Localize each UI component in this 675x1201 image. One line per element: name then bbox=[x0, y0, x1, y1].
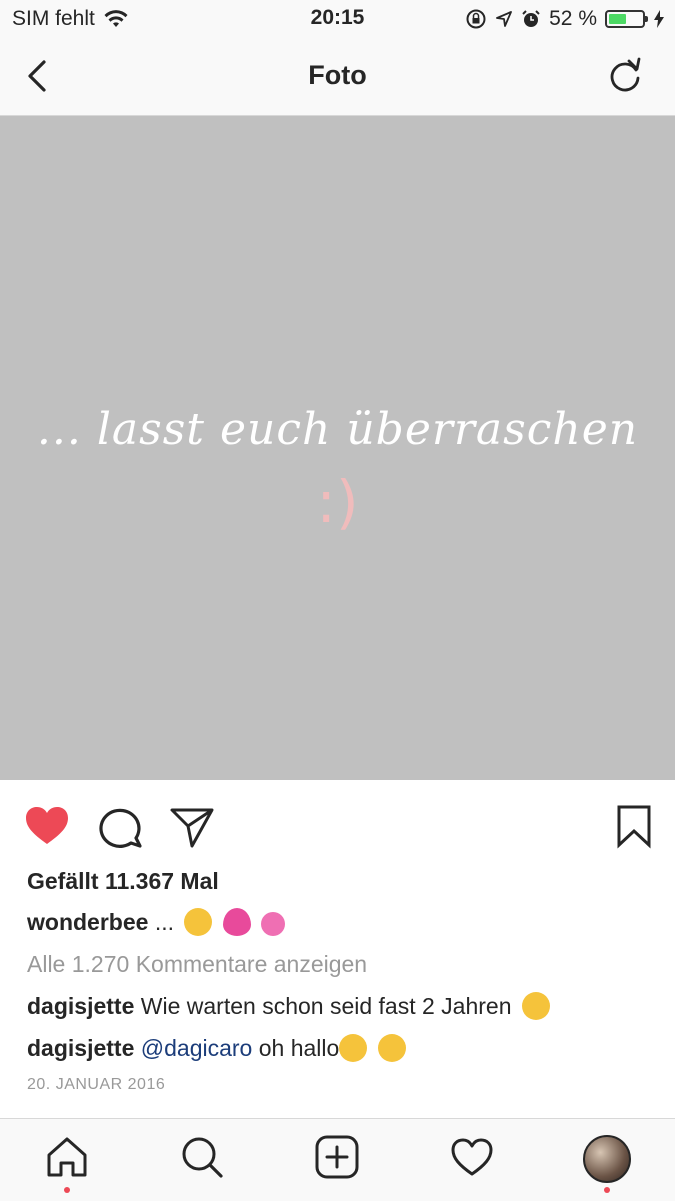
location-icon bbox=[496, 11, 513, 27]
battery-percent: 52 % bbox=[549, 7, 597, 30]
share-icon[interactable] bbox=[168, 802, 216, 850]
battery-icon bbox=[605, 10, 648, 28]
author-username[interactable]: wonderbee bbox=[27, 909, 148, 935]
comment-row: dagisjette Wie warten schon seid fast 2 … bbox=[27, 992, 550, 1020]
author-caption-line: wonderbee ... bbox=[27, 908, 286, 936]
home-icon[interactable] bbox=[43, 1133, 91, 1181]
home-notification-dot bbox=[64, 1187, 70, 1193]
comment-username[interactable]: dagisjette bbox=[27, 1035, 134, 1061]
profile-notification-dot bbox=[604, 1187, 610, 1193]
charging-icon bbox=[654, 10, 664, 28]
author-caption: ... bbox=[154, 909, 174, 935]
like-count[interactable]: Gefällt 11.367 Mal bbox=[27, 868, 219, 895]
add-icon[interactable] bbox=[313, 1133, 361, 1181]
profile-avatar[interactable] bbox=[583, 1135, 631, 1183]
alarm-icon bbox=[522, 10, 540, 27]
post-date: 20. JANUAR 2016 bbox=[27, 1076, 166, 1093]
comment-row: dagisjette @dagicaro oh hallo bbox=[27, 1034, 406, 1062]
post-photo[interactable]: ... lasst euch überraschen :) bbox=[0, 116, 675, 780]
view-all-comments-link[interactable]: Alle 1.270 Kommentare anzeigen bbox=[27, 951, 367, 978]
activity-heart-icon[interactable] bbox=[448, 1133, 496, 1181]
search-icon[interactable] bbox=[178, 1133, 226, 1181]
two-hearts-emoji-icon bbox=[261, 912, 286, 936]
smirking-face-emoji-icon bbox=[377, 1034, 406, 1062]
heart-filled-icon[interactable] bbox=[23, 802, 71, 850]
status-bar: SIM fehlt 20:15 52 % bbox=[0, 0, 675, 38]
photo-smiley-text: :) bbox=[316, 468, 359, 536]
comment-icon[interactable] bbox=[96, 802, 144, 850]
lock-rotation-icon bbox=[466, 9, 486, 29]
thinking-emoji-icon bbox=[184, 908, 213, 936]
comment-text: Wie warten schon seid fast 2 Jahren bbox=[140, 993, 512, 1019]
top-navigation-bar: Foto bbox=[0, 38, 675, 116]
comment-username[interactable]: dagisjette bbox=[27, 993, 134, 1019]
bottom-tab-bar bbox=[0, 1118, 675, 1201]
comment-text: oh hallo bbox=[258, 1035, 340, 1061]
photo-caption-text: ... lasst euch überraschen bbox=[36, 404, 639, 455]
pink-heart-emoji-icon bbox=[222, 908, 251, 936]
bookmark-icon[interactable] bbox=[610, 802, 658, 850]
reload-icon[interactable] bbox=[605, 56, 645, 96]
tears-of-joy-emoji-icon bbox=[339, 1034, 368, 1062]
page-title: Foto bbox=[308, 60, 367, 90]
comment-mention[interactable]: @dagicaro bbox=[141, 1035, 253, 1061]
post-actions bbox=[0, 780, 675, 870]
weary-face-emoji-icon bbox=[521, 992, 550, 1020]
